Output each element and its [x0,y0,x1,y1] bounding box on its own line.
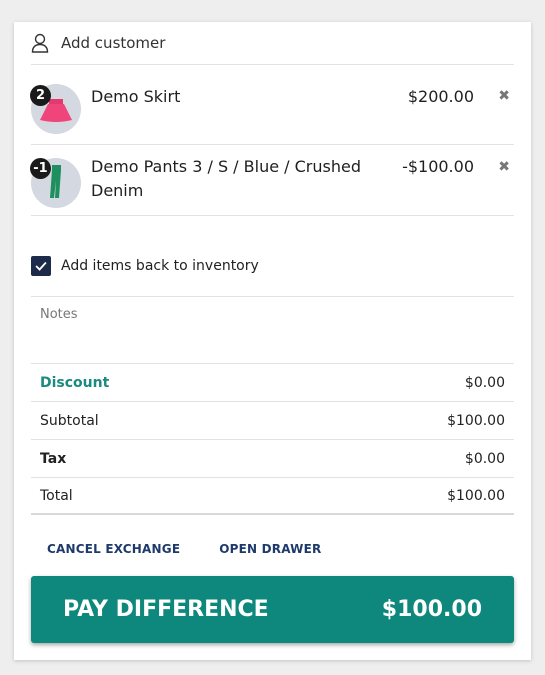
product-name: Demo Pants 3 / S / Blue / Crushed Denim [91,157,361,200]
totals-table: Discount $0.00 Subtotal $100.00 Tax $0.0… [31,363,514,515]
subtotal-value: $100.00 [447,412,505,429]
open-drawer-button[interactable]: OPEN DRAWER [219,542,321,556]
quantity-badge: -1 [30,158,51,179]
cart-panel: Add customer 2 Demo Skirt $200.00 ✖ -1 D… [14,22,531,660]
total-value: $100.00 [447,487,505,504]
close-icon[interactable]: ✖ [498,87,510,105]
inventory-label: Add items back to inventory [61,258,259,274]
tax-value: $0.00 [464,450,505,467]
discount-value: $0.00 [464,374,505,391]
add-customer-button[interactable]: Add customer [31,22,514,65]
quantity-badge: 2 [30,85,51,106]
total-label: Total [40,487,73,504]
discount-label[interactable]: Discount [40,375,109,391]
pay-label: PAY DIFFERENCE [63,597,269,622]
line-price: -$100.00 [402,157,474,176]
line-item[interactable]: -1 Demo Pants 3 / S / Blue / Crushed Den… [30,145,514,216]
total-row: Total $100.00 [31,477,514,515]
pay-difference-button[interactable]: PAY DIFFERENCE $100.00 [31,576,514,643]
tax-label: Tax [40,450,67,467]
cancel-exchange-button[interactable]: CANCEL EXCHANGE [47,542,180,556]
notes-field[interactable]: Notes [31,296,514,363]
person-icon [31,33,49,53]
subtotal-row: Subtotal $100.00 [31,401,514,439]
close-icon[interactable]: ✖ [498,158,510,176]
pay-amount: $100.00 [381,597,482,622]
line-item[interactable]: 2 Demo Skirt $200.00 ✖ [30,65,514,145]
subtotal-label: Subtotal [40,412,99,429]
line-price: $200.00 [407,87,474,106]
tax-row: Tax $0.00 [31,439,514,477]
discount-row[interactable]: Discount $0.00 [31,363,514,401]
add-customer-label: Add customer [61,34,166,52]
check-icon [35,261,47,271]
inventory-toggle[interactable]: Add items back to inventory [31,255,514,277]
product-name: Demo Skirt [91,87,181,106]
inventory-checkbox[interactable] [31,256,51,276]
secondary-actions: CANCEL EXCHANGE OPEN DRAWER [47,542,321,556]
